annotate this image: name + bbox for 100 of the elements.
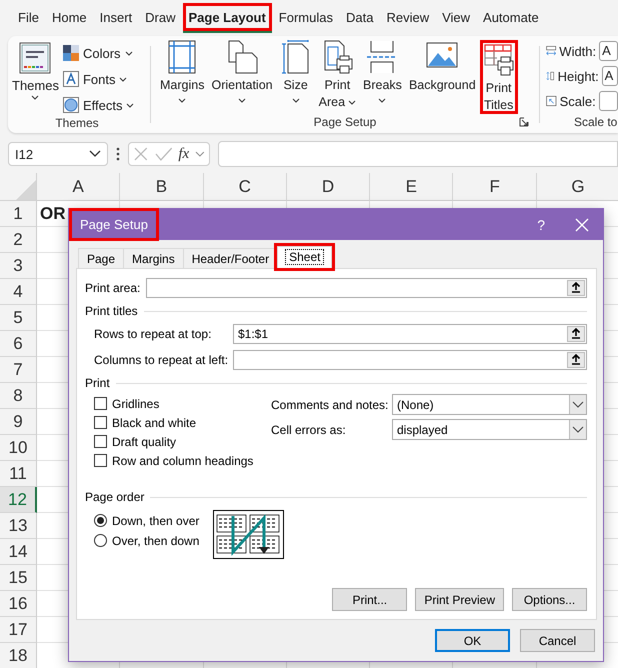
checkbox[interactable] (94, 454, 107, 467)
row-header[interactable]: 9 (0, 409, 37, 435)
row-header[interactable]: 4 (0, 279, 37, 305)
chevron-icon (126, 102, 134, 108)
ribbon-button[interactable]: Print Area (316, 40, 360, 114)
ribbon-button[interactable]: Effects (62, 94, 134, 116)
ribbon-button[interactable]: Breaks (360, 40, 405, 114)
ribbon-tab[interactable]: Data (340, 3, 380, 33)
dialog-tab[interactable]: Page (78, 248, 124, 268)
row-header[interactable]: 13 (0, 513, 37, 539)
field-label: Height: (558, 68, 599, 84)
row-header[interactable]: 16 (0, 591, 37, 617)
column-header[interactable]: C (204, 173, 287, 201)
group-label: Themes (55, 116, 99, 132)
upload-arrow-icon (571, 328, 581, 339)
more-icon[interactable] (116, 147, 120, 161)
chevron-icon (348, 100, 356, 105)
columns-to-repeat-field[interactable] (233, 350, 587, 370)
collapse-button[interactable] (567, 280, 585, 296)
dialog-tab[interactable]: Sheet (277, 246, 332, 268)
pages-icon (226, 40, 258, 74)
ribbon-button[interactable]: Margins (157, 40, 208, 114)
field-label: Columns to repeat at left: (94, 352, 230, 366)
dropdown[interactable]: displayed (392, 419, 587, 440)
row-header[interactable]: 10 (0, 435, 37, 461)
row-header[interactable]: 12 (0, 487, 37, 513)
row-header[interactable]: 15 (0, 565, 37, 591)
dialog-button[interactable]: Cancel (520, 629, 595, 652)
row-header[interactable]: 14 (0, 539, 37, 565)
row-header[interactable]: 6 (0, 331, 37, 357)
field-label: Cell errors as: (271, 422, 347, 436)
dialog-button[interactable]: Print Preview (415, 588, 504, 611)
chevron-icon (195, 150, 205, 158)
check-icon[interactable] (154, 146, 172, 162)
row-header[interactable]: 18 (0, 643, 37, 668)
row-header[interactable]: 5 (0, 305, 37, 331)
row-header[interactable]: 7 (0, 357, 37, 383)
column-header[interactable]: G (536, 173, 618, 201)
row-header[interactable]: 3 (0, 253, 37, 279)
column-header[interactable]: E (370, 173, 454, 201)
dialog-tab[interactable]: Margins (123, 248, 184, 268)
ribbon-button[interactable]: Colors (62, 42, 134, 64)
ribbon-tab[interactable]: Draw (139, 3, 182, 33)
checkbox-label: Black and white (112, 416, 196, 430)
collapse-button[interactable] (567, 352, 585, 368)
help-button[interactable]: ? (537, 216, 545, 232)
dialog-button[interactable]: Print... (332, 588, 408, 611)
ribbon-button[interactable]: Fonts (62, 68, 134, 90)
scale-field[interactable]: A (599, 41, 618, 61)
chevron-icon (378, 98, 386, 103)
upload-arrow-icon (571, 282, 581, 293)
formula-field[interactable] (218, 141, 618, 167)
ribbon-tab[interactable]: Home (46, 3, 93, 33)
row-header[interactable]: 17 (0, 617, 37, 643)
color-squares-icon (62, 45, 79, 61)
rows-to-repeat-field[interactable]: $1:$1 (233, 324, 587, 344)
chevron-icon (292, 98, 300, 103)
column-header[interactable]: F (453, 173, 537, 201)
dialog-button[interactable]: OK (435, 629, 510, 652)
section-heading: Print (85, 376, 110, 390)
collapse-button[interactable] (567, 326, 585, 342)
row-header[interactable]: 8 (0, 383, 37, 409)
dropdown[interactable]: (None) (392, 394, 587, 415)
row-header[interactable]: 2 (0, 227, 37, 253)
radio-button[interactable] (94, 514, 107, 527)
scale-field[interactable] (598, 91, 618, 111)
ribbon-button[interactable]: Orientation (208, 40, 276, 114)
themes-button[interactable]: Themes (8, 40, 63, 116)
name-box[interactable]: I12 (8, 142, 108, 166)
row-header[interactable]: 11 (0, 461, 37, 487)
checkbox[interactable] (94, 435, 107, 448)
checkbox-label: Row and column headings (112, 454, 254, 468)
ribbon-button[interactable]: Background (406, 40, 479, 114)
ribbon-button[interactable]: Size (276, 40, 315, 114)
scale-field[interactable]: A (602, 66, 618, 86)
checkbox[interactable] (94, 416, 107, 429)
ribbon-tab[interactable]: Page Layout (182, 3, 272, 33)
ribbon-tab[interactable]: File (12, 3, 45, 33)
column-header[interactable]: B (120, 173, 204, 201)
insert-function-button[interactable]: fx (178, 146, 190, 162)
ribbon-button[interactable]: Print Titles (480, 40, 518, 114)
chevron-icon (119, 76, 128, 82)
column-header[interactable]: A (37, 173, 120, 201)
print-area-field[interactable] (146, 278, 587, 298)
ribbon-tab[interactable]: Automate (477, 3, 545, 33)
ribbon-tab[interactable]: Review (380, 3, 436, 33)
chevron-icon (178, 98, 186, 103)
radio-button[interactable] (94, 534, 107, 547)
ribbon-tab[interactable]: Formulas (272, 3, 339, 33)
column-header[interactable]: D (286, 173, 370, 201)
checkbox-label: Draft quality (112, 434, 176, 448)
ribbon-tab[interactable]: Insert (94, 3, 138, 33)
chevron-icon (572, 401, 584, 408)
ribbon-tab[interactable]: View (436, 3, 476, 33)
dialog-button[interactable]: Options... (512, 588, 587, 611)
row-header[interactable]: 1 (0, 201, 37, 227)
checkbox[interactable] (94, 397, 107, 410)
print-titles-icon (482, 43, 515, 77)
close-icon[interactable] (575, 218, 589, 232)
dialog-launcher-icon[interactable] (519, 117, 529, 127)
